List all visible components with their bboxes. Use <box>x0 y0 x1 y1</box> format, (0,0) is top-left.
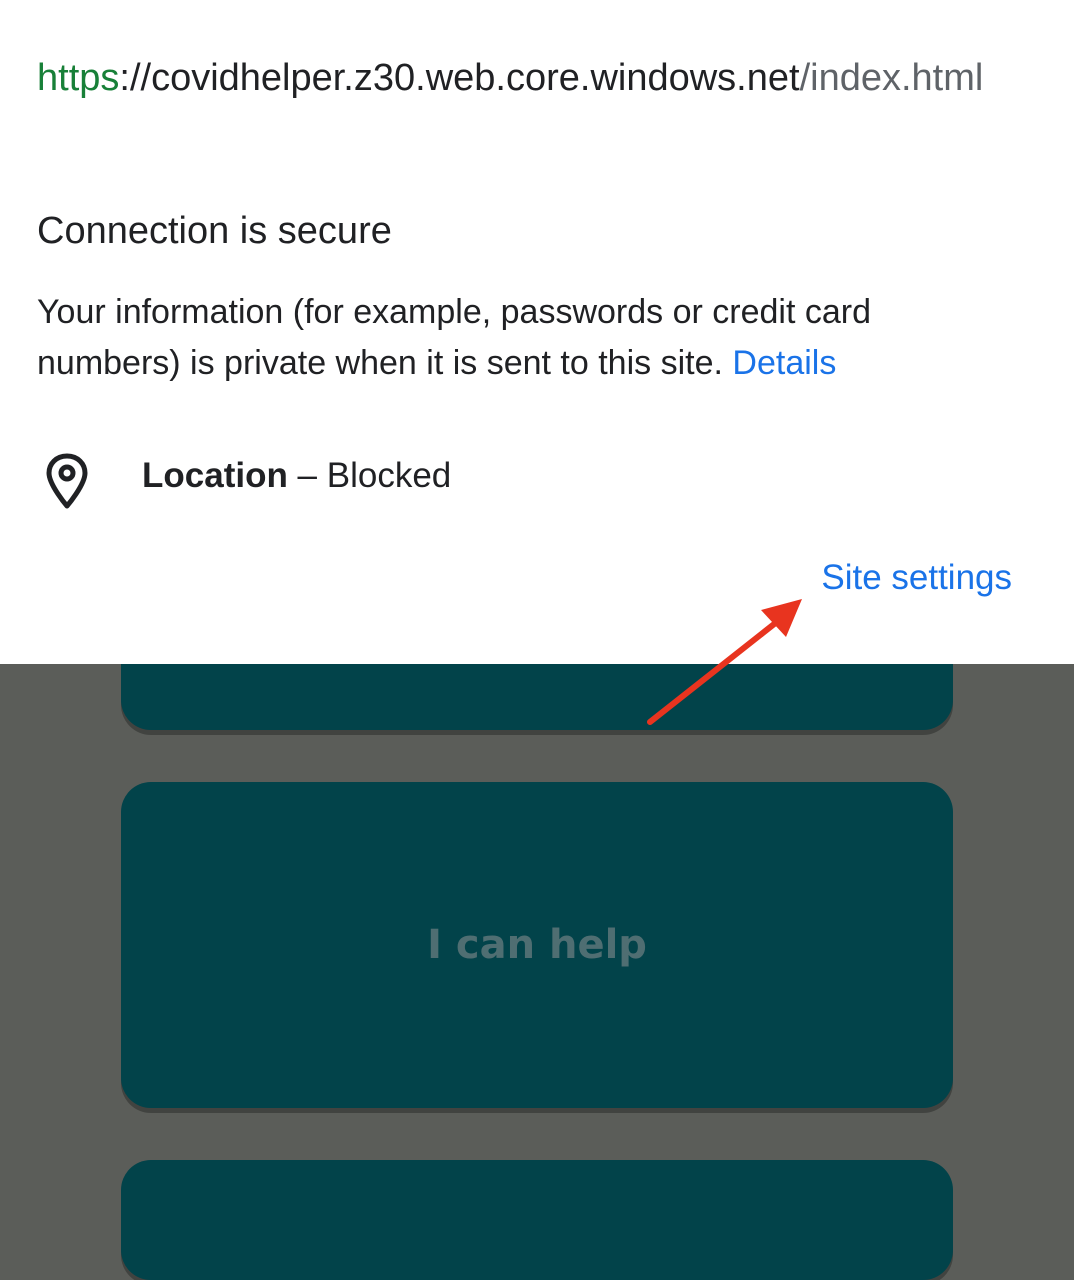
url-host: ://covidhelper.z30.web.core.windows.net <box>119 57 800 99</box>
location-pin-icon <box>46 453 88 509</box>
url-path: /index.html <box>799 57 984 99</box>
i-can-help-label: I can help <box>427 922 647 968</box>
url-scheme: https <box>37 57 120 99</box>
permission-separator: – <box>287 456 327 495</box>
permission-name: Location <box>142 456 288 495</box>
i-can-help-button[interactable]: I can help <box>121 782 953 1108</box>
permission-state: Blocked <box>326 456 452 495</box>
connection-status-title: Connection is secure <box>37 210 392 252</box>
connection-description: Your information (for example, passwords… <box>37 287 997 389</box>
details-link[interactable]: Details <box>732 344 836 382</box>
site-settings-link[interactable]: Site settings <box>821 558 1012 598</box>
site-url: https://covidhelper.z30.web.core.windows… <box>37 46 1027 110</box>
site-info-sheet: https://covidhelper.z30.web.core.windows… <box>0 0 1074 664</box>
bottom-card-button[interactable] <box>121 1160 953 1280</box>
location-permission-row[interactable]: Location – Blocked <box>40 448 640 512</box>
location-permission-text: Location – Blocked <box>142 456 451 496</box>
